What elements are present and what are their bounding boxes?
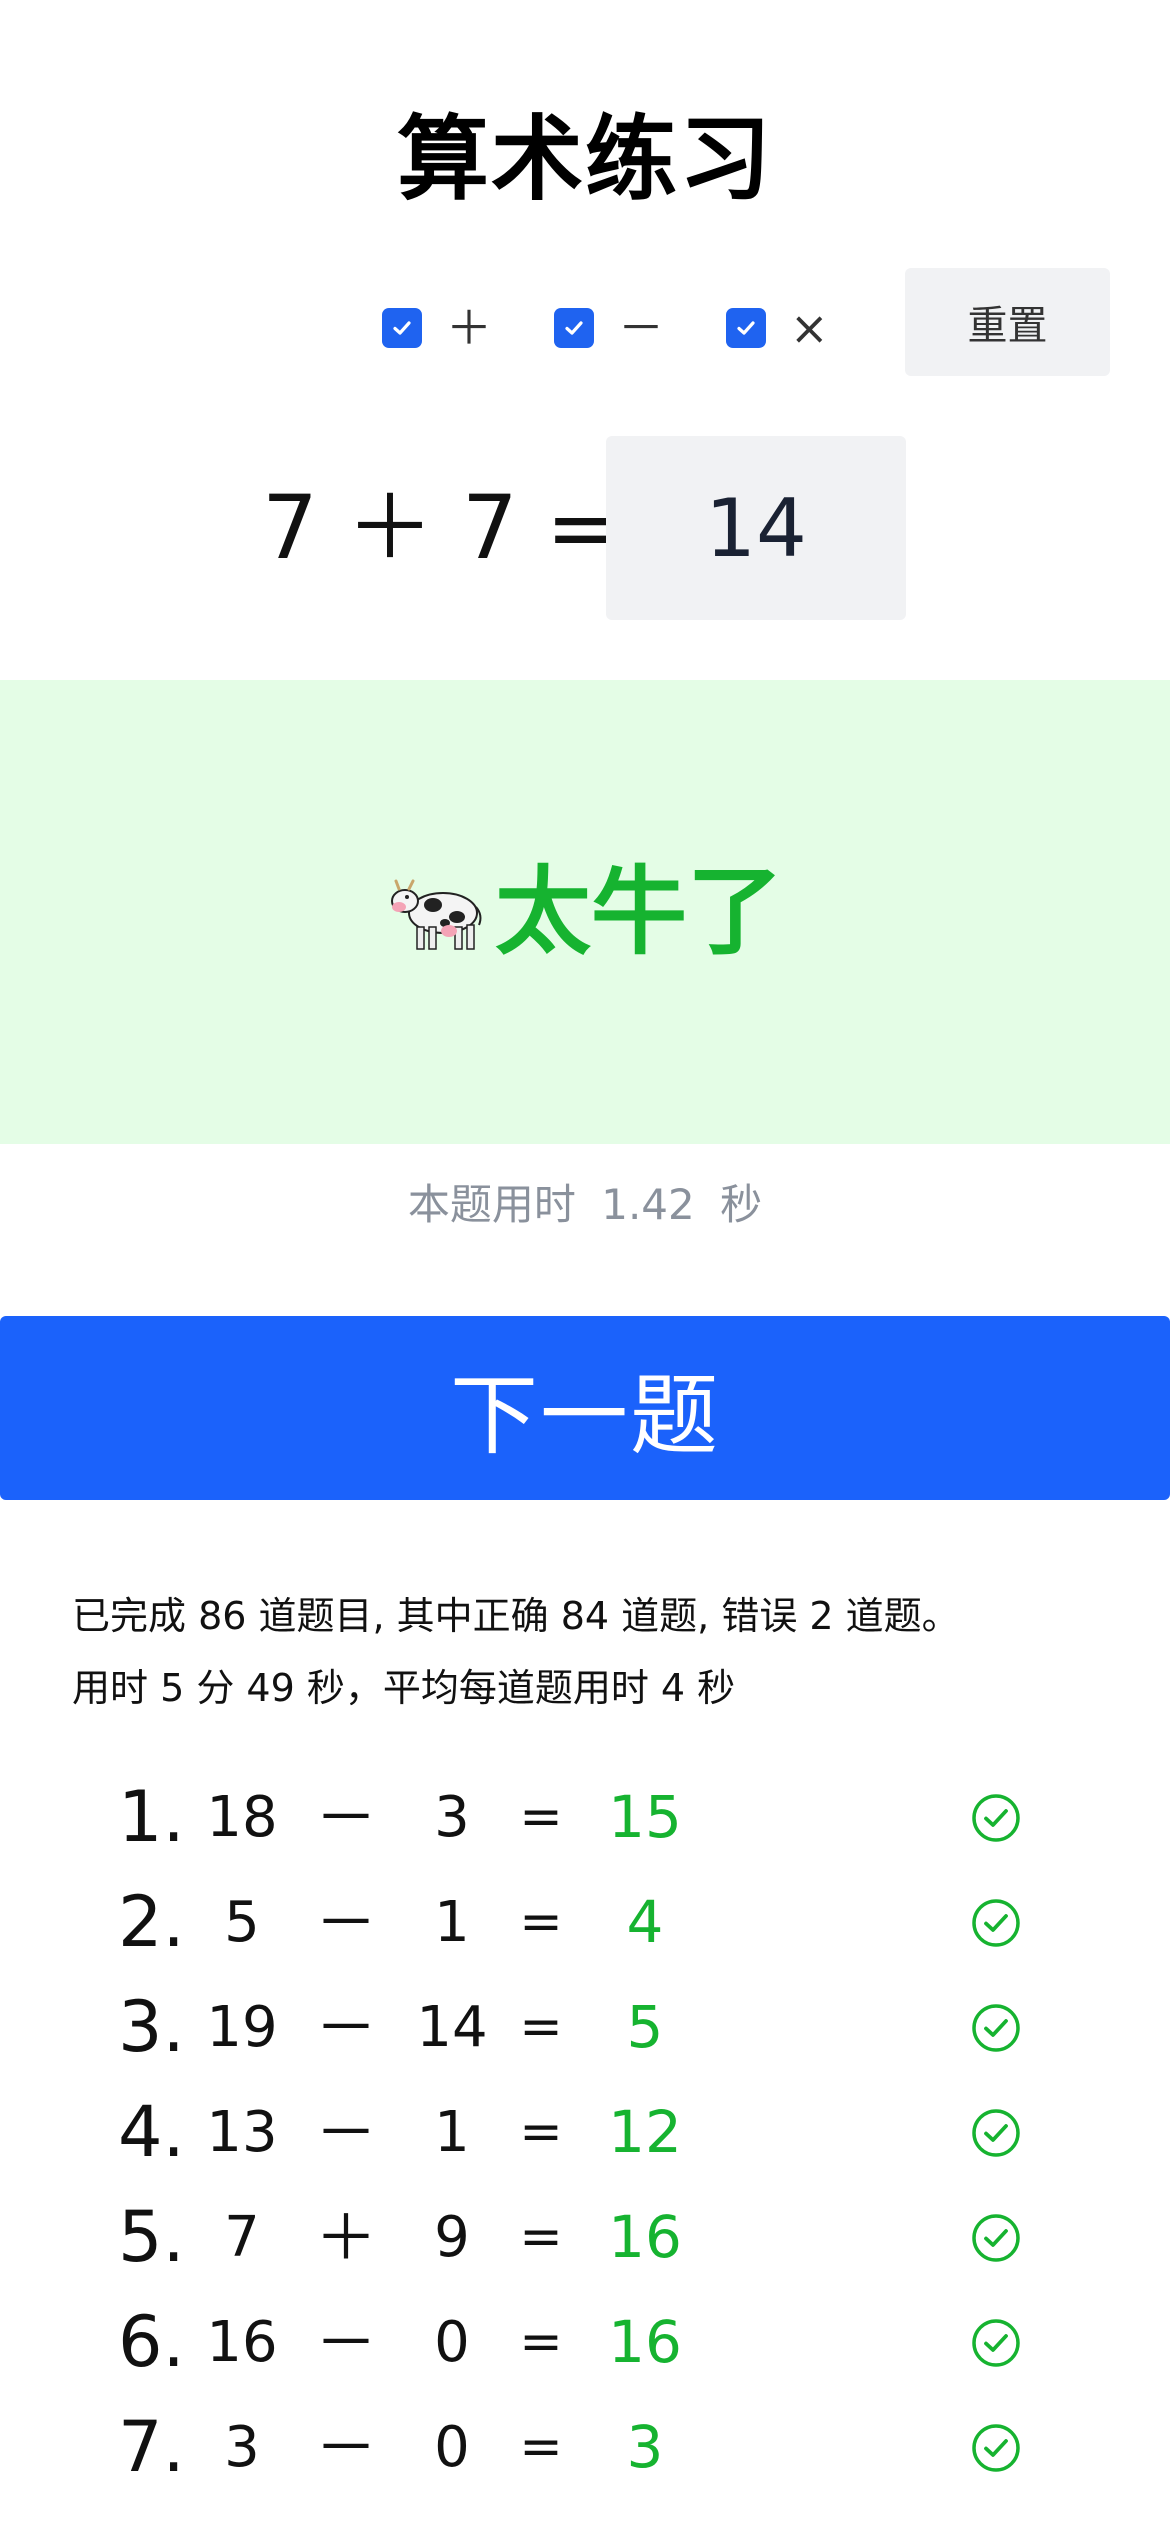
history-answer: 16 [608, 2308, 682, 2376]
check-circle-icon [968, 1870, 1024, 1975]
history-operator: ＋ [314, 2201, 377, 2274]
history-index: 5. [118, 2196, 185, 2278]
history-row: 5. 7 ＋ 9 = 16 [0, 2185, 1170, 2290]
history-operator: － [314, 2306, 377, 2379]
check-circle-icon [968, 2080, 1024, 2185]
history-equals: = [519, 1787, 563, 1847]
answer-input[interactable]: 14 [606, 436, 906, 620]
history-answer: 3 [626, 2413, 664, 2481]
summary-line: 用时 5 分 49 秒，平均每道题用时 4 秒 [72, 1666, 736, 1710]
question-expression: 7 ＋ 7 = [262, 476, 620, 579]
history-row: 4. 13 － 1 = 12 [0, 2080, 1170, 2185]
check-circle-icon [968, 1975, 1024, 2080]
operator-option-add[interactable]: ＋ [382, 301, 492, 355]
timer-unit: 秒 [720, 1180, 763, 1229]
operator-label: ＋ [446, 301, 492, 355]
check-circle-icon [968, 2290, 1024, 2395]
history-answer: 16 [608, 2203, 682, 2271]
history-equals: = [519, 2102, 563, 2162]
history-row: 1. 18 － 3 = 15 [0, 1765, 1170, 1870]
history-answer: 15 [608, 1783, 682, 1851]
history-answer: 12 [608, 2098, 682, 2166]
history-operand-b: 3 [434, 1785, 470, 1850]
operator-option-multiply[interactable]: × [726, 301, 829, 355]
result-panel: 太牛了 [0, 680, 1170, 1144]
check-circle-icon [968, 2395, 1024, 2500]
history-equals: = [519, 2312, 563, 2372]
page-title: 算术练习 [396, 106, 773, 213]
history-row: 6. 16 － 0 = 16 [0, 2290, 1170, 2395]
history-answer: 5 [626, 1993, 664, 2061]
history-index: 6. [118, 2301, 185, 2383]
cow-icon [391, 879, 482, 950]
question-timer: 本题用时 1.42 秒 [0, 1170, 1170, 1240]
checkbox-checked-icon[interactable] [554, 308, 594, 348]
progress-summary: 已完成 86 道题目, 其中正确 84 道题, 错误 2 道题。 用时 5 分 … [72, 1580, 1112, 1724]
operator-label: － [618, 301, 664, 355]
history-operand-a: 13 [206, 2100, 278, 2165]
history-list: 1. 18 － 3 = 15 2. 5 － 1 = 4 3. 19 － 14 = 5 4. 13 － 1 = 12 5. 7 ＋ 9 =… [0, 1765, 1170, 2500]
operator-option-subtract[interactable]: － [554, 301, 664, 355]
history-operand-b: 9 [434, 2205, 470, 2270]
history-index: 7. [118, 2406, 185, 2488]
history-index: 4. [118, 2091, 185, 2173]
history-row: 7. 3 － 0 = 3 [0, 2395, 1170, 2500]
result-message: 太牛了 [495, 856, 783, 968]
history-row: 2. 5 － 1 = 4 [0, 1870, 1170, 1975]
history-operand-a: 16 [206, 2310, 278, 2375]
history-equals: = [519, 2417, 563, 2477]
history-operand-b: 1 [434, 1890, 470, 1955]
checkbox-checked-icon[interactable] [726, 308, 766, 348]
history-equals: = [519, 2207, 563, 2267]
summary-line: 已完成 86 道题目, 其中正确 84 道题, 错误 2 道题。 [72, 1594, 960, 1638]
history-operand-a: 3 [224, 2415, 260, 2480]
reset-button[interactable]: 重置 [905, 268, 1110, 376]
history-row: 3. 19 － 14 = 5 [0, 1975, 1170, 2080]
history-operator: － [314, 1991, 377, 2064]
check-circle-icon [968, 2185, 1024, 2290]
history-index: 1. [118, 1776, 185, 1858]
timer-label: 本题用时 [407, 1180, 576, 1229]
history-equals: = [519, 1997, 563, 2057]
history-operand-a: 19 [206, 1995, 278, 2060]
history-operand-b: 14 [416, 1995, 488, 2060]
operator-label: × [790, 301, 829, 355]
history-operator: － [314, 2096, 377, 2169]
history-equals: = [519, 1892, 563, 1952]
history-operand-b: 0 [434, 2310, 470, 2375]
history-operand-a: 18 [206, 1785, 278, 1850]
history-operand-a: 7 [224, 2205, 260, 2270]
history-index: 3. [118, 1986, 185, 2068]
history-operand-b: 1 [434, 2100, 470, 2165]
operator-selector: ＋ － × 重置 [0, 268, 1170, 378]
checkbox-checked-icon[interactable] [382, 308, 422, 348]
history-answer: 4 [626, 1888, 664, 1956]
history-operator: － [314, 1781, 377, 1854]
history-index: 2. [118, 1881, 185, 1963]
history-operand-a: 5 [224, 1890, 260, 1955]
next-question-button[interactable]: 下一题 [0, 1316, 1170, 1500]
history-operator: － [314, 1886, 377, 1959]
question-row: 7 ＋ 7 = 14 [0, 436, 1170, 620]
history-operand-b: 0 [434, 2415, 470, 2480]
history-operator: － [314, 2411, 377, 2484]
check-circle-icon [968, 1765, 1024, 1870]
timer-value: 1.42 [601, 1180, 695, 1229]
